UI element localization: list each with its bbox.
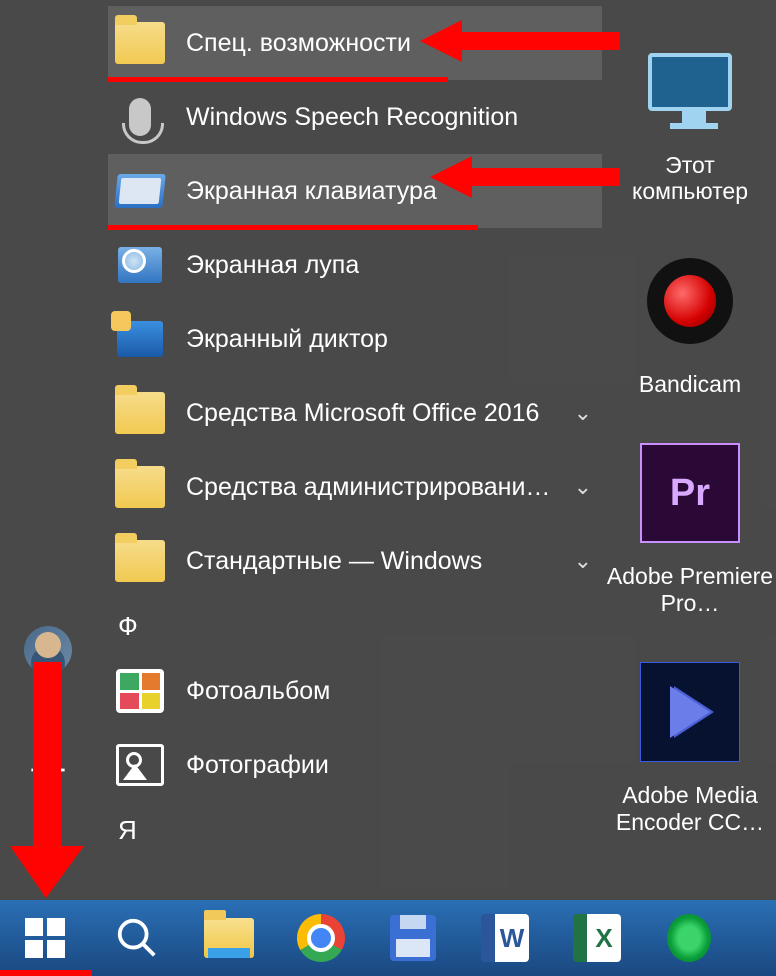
windows-logo-icon (25, 918, 65, 958)
taskbar: W X (0, 900, 776, 976)
taskbar-explorer[interactable] (190, 905, 268, 971)
menu-item-label: Фотографии (186, 751, 329, 780)
media-encoder-icon (640, 662, 740, 762)
tile-label: Adobe Premiere Pro… (606, 563, 774, 616)
file-explorer-icon (204, 918, 254, 958)
keyboard-icon (114, 174, 166, 208)
menu-item-photos[interactable]: Фотографии (108, 728, 602, 802)
alpha-header-f[interactable]: Ф (108, 598, 602, 654)
menu-item-onscreen-keyboard[interactable]: Экранная клавиатура (108, 154, 602, 228)
folder-icon (115, 466, 165, 508)
alpha-header-label: Я (118, 815, 137, 846)
photoalbum-icon (116, 669, 164, 713)
start-tiles: Этот компьютер Bandicam Pr Adobe Premier… (606, 0, 776, 900)
taskbar-chrome[interactable] (282, 905, 360, 971)
taskbar-word[interactable]: W (466, 905, 544, 971)
bandicam-icon (647, 258, 733, 344)
magnifier-icon (118, 247, 162, 283)
excel-icon: X (573, 914, 621, 962)
taskbar-start-button[interactable] (6, 905, 84, 971)
alpha-header-ya[interactable]: Я (108, 802, 602, 858)
tile-media-encoder[interactable]: Adobe Media Encoder CC… (606, 648, 774, 835)
tile-bandicam[interactable]: Bandicam (606, 237, 774, 397)
menu-item-narrator[interactable]: Экранный диктор (108, 302, 602, 376)
tile-this-pc[interactable]: Этот компьютер (606, 18, 774, 205)
opera-icon (667, 914, 711, 962)
start-app-list: Спец. возможности Windows Speech Recogni… (108, 6, 602, 858)
chevron-down-icon: ⌄ (574, 400, 592, 426)
user-avatar[interactable] (18, 620, 78, 680)
tile-label: Adobe Media Encoder CC… (606, 782, 774, 835)
tile-label: Bandicam (606, 371, 774, 397)
taskbar-search-button[interactable] (98, 905, 176, 971)
menu-item-windows-accessories-folder[interactable]: Стандартные — Windows ⌄ (108, 524, 602, 598)
chrome-icon (297, 914, 345, 962)
folder-icon (115, 392, 165, 434)
floppy-icon (390, 915, 436, 961)
menu-item-label: Экранная лупа (186, 251, 359, 280)
taskbar-opera[interactable] (650, 905, 728, 971)
menu-item-label: Экранная клавиатура (186, 177, 437, 206)
premiere-icon: Pr (640, 443, 740, 543)
menu-item-label: Средства администрировани… (186, 473, 550, 502)
folder-icon (115, 22, 165, 64)
search-icon (114, 915, 160, 961)
start-menu: Спец. возможности Windows Speech Recogni… (0, 0, 776, 900)
microphone-icon (129, 98, 151, 136)
monitor-icon (648, 53, 732, 111)
folder-icon (115, 540, 165, 582)
menu-item-magnifier[interactable]: Экранная лупа (108, 228, 602, 302)
menu-item-label: Windows Speech Recognition (186, 103, 518, 132)
word-icon: W (481, 914, 529, 962)
taskbar-excel[interactable]: X (558, 905, 636, 971)
gear-icon (27, 749, 69, 791)
menu-item-office-tools-folder[interactable]: Средства Microsoft Office 2016 ⌄ (108, 376, 602, 450)
menu-item-speech-recognition[interactable]: Windows Speech Recognition (108, 80, 602, 154)
power-button[interactable] (18, 830, 78, 890)
chevron-down-icon: ⌄ (574, 474, 592, 500)
menu-item-label: Средства Microsoft Office 2016 (186, 399, 539, 428)
menu-item-accessibility-folder[interactable]: Спец. возможности (108, 6, 602, 80)
tile-label: Этот компьютер (606, 152, 774, 205)
photos-icon (116, 744, 164, 786)
settings-button[interactable] (18, 740, 78, 800)
menu-item-label: Спец. возможности (186, 29, 411, 58)
narrator-icon (117, 321, 163, 357)
tile-premiere[interactable]: Pr Adobe Premiere Pro… (606, 429, 774, 616)
power-icon (27, 839, 69, 881)
menu-item-label: Стандартные — Windows (186, 547, 482, 576)
avatar-icon (24, 626, 72, 674)
menu-item-photo-album[interactable]: Фотоальбом (108, 654, 602, 728)
taskbar-save-app[interactable] (374, 905, 452, 971)
menu-item-label: Экранный диктор (186, 325, 388, 354)
menu-item-admin-tools-folder[interactable]: Средства администрировани… ⌄ (108, 450, 602, 524)
alpha-header-label: Ф (118, 611, 138, 642)
menu-item-label: Фотоальбом (186, 677, 330, 706)
start-rail (0, 0, 96, 900)
chevron-down-icon: ⌄ (574, 548, 592, 574)
